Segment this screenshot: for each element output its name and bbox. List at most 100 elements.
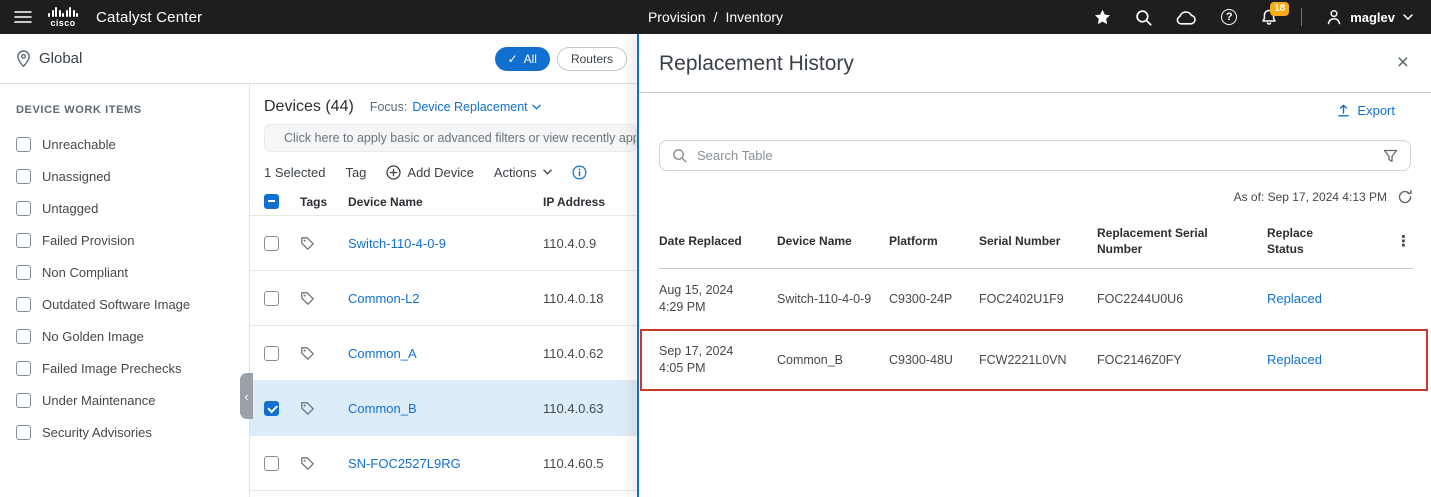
devices-table: Tags Device Name IP Address Switch-110-4… [250,188,637,491]
col-date-replaced: Date Replaced [659,233,777,249]
sidebar-item-failed-image-prechecks[interactable]: Failed Image Prechecks [16,352,239,384]
devices-panel: Devices (44) Focus: Device Replacement C… [250,84,637,497]
sidebar-item-label: Unassigned [42,169,111,184]
notification-count-badge: 18 [1270,2,1289,16]
product-title: Catalyst Center [96,9,202,26]
device-name: Common_B [777,352,889,369]
sidebar-item-unreachable[interactable]: Unreachable [16,128,239,160]
device-name-link[interactable]: Common_B [348,401,543,416]
search-icon[interactable] [1135,9,1152,26]
filter-funnel-icon[interactable] [1383,149,1398,163]
notifications-bell-icon[interactable]: 18 [1261,9,1277,26]
checkbox[interactable] [16,425,31,440]
sidebar-item-untagged[interactable]: Untagged [16,192,239,224]
user-menu[interactable]: maglev [1326,9,1413,25]
header-actions: ? 18 maglev [1094,8,1431,26]
row-checkbox[interactable] [264,236,279,251]
device-name-link[interactable]: SN-FOC2527L9RG [348,456,543,471]
actions-menu-label: Actions [494,165,537,180]
focus-label: Focus: [370,100,408,114]
checkbox[interactable] [16,265,31,280]
check-icon: ✓ [508,52,518,66]
serial-number: FOC2402U1F9 [979,291,1097,308]
focus-value: Device Replacement [412,100,527,114]
main-region: Global ✓ All Routers DEVICE WORK ITEMS U… [0,34,637,497]
breadcrumb-provision[interactable]: Provision [648,9,706,25]
export-button[interactable]: Export [1336,103,1395,118]
checkbox[interactable] [16,233,31,248]
toggle-routers-button[interactable]: Routers [557,47,627,71]
checkbox[interactable] [16,297,31,312]
username: maglev [1350,10,1395,25]
serial-number: FCW2221L0VN [979,352,1097,369]
selected-count: 1 Selected [264,165,325,180]
device-name-link[interactable]: Common_A [348,346,543,361]
replace-status-link[interactable]: Replaced [1267,351,1363,369]
info-icon[interactable] [572,165,587,180]
panel-header: Replacement History × [639,34,1431,93]
tag-action-label: Tag [345,165,366,180]
checkbox[interactable] [16,169,31,184]
row-checkbox[interactable] [264,456,279,471]
table-search-input[interactable] [697,148,1373,163]
sidebar-collapse-handle[interactable]: ‹ [240,373,253,419]
export-label: Export [1357,103,1395,118]
date-replaced: Aug 15, 2024 4:29 PM [659,282,777,316]
sidebar-item-non-compliant[interactable]: Non Compliant [16,256,239,288]
breadcrumb-inventory[interactable]: Inventory [725,9,783,25]
sidebar-item-outdated-software-image[interactable]: Outdated Software Image [16,288,239,320]
help-icon[interactable]: ? [1221,9,1237,25]
replacement-history-table: Date Replaced Device Name Platform Seria… [659,217,1413,391]
device-type-toggle: ✓ All Routers [495,47,627,71]
toggle-all-button[interactable]: ✓ All [495,47,550,71]
site-selector-label: Global [39,50,82,67]
row-checkbox[interactable] [264,291,279,306]
sidebar-item-unassigned[interactable]: Unassigned [16,160,239,192]
checkbox[interactable] [16,361,31,376]
user-icon [1326,9,1342,25]
device-name-link[interactable]: Switch-110-4-0-9 [348,236,543,251]
platform: C9300-24P [889,291,979,308]
checkbox[interactable] [16,137,31,152]
tag-icon [300,456,348,471]
replace-status-link[interactable]: Replaced [1267,290,1363,308]
add-device-label: Add Device [407,165,473,180]
device-ip: 110.4.0.63 [543,401,637,416]
panel-title: Replacement History [659,52,854,76]
sidebar-item-security-advisories[interactable]: Security Advisories [16,416,239,448]
close-icon[interactable]: × [1397,52,1409,73]
table-search-bar [659,140,1411,171]
refresh-icon[interactable] [1397,189,1413,205]
checkbox[interactable] [16,201,31,216]
tag-action[interactable]: Tag [345,165,366,180]
cloud-icon[interactable] [1176,10,1197,25]
checkbox[interactable] [16,329,31,344]
date-replaced: Sep 17, 2024 4:05 PM [659,343,777,377]
row-checkbox[interactable] [264,346,279,361]
column-options-icon[interactable]: ⋮ [1396,232,1413,250]
col-platform: Platform [889,233,979,249]
device-ip: 110.4.0.9 [543,236,637,251]
row-checkbox[interactable] [264,401,279,416]
devices-table-header: Tags Device Name IP Address [250,188,637,216]
select-all-checkbox[interactable] [264,194,279,209]
tag-icon [300,291,348,306]
col-device-name: Device Name [777,233,889,249]
sidebar-item-under-maintenance[interactable]: Under Maintenance [16,384,239,416]
sidebar-item-no-golden-image[interactable]: No Golden Image [16,320,239,352]
cisco-logo-bars [48,6,78,17]
device-filter-bar[interactable]: Click here to apply basic or advanced fi… [264,124,637,152]
focus-dropdown[interactable]: Device Replacement [412,100,540,114]
favorites-star-icon[interactable] [1094,9,1111,25]
add-device-button[interactable]: Add Device [386,165,473,180]
site-selector[interactable]: Global [16,50,82,68]
checkbox[interactable] [16,393,31,408]
tag-icon [300,401,348,416]
sidebar-item-label: Untagged [42,201,98,216]
content-row: DEVICE WORK ITEMS Unreachable Unassigned… [0,84,637,497]
actions-menu[interactable]: Actions [494,165,552,180]
sidebar-item-failed-provision[interactable]: Failed Provision [16,224,239,256]
device-name-link[interactable]: Common-L2 [348,291,543,306]
header-divider [1301,8,1302,26]
menu-icon[interactable] [14,10,32,24]
